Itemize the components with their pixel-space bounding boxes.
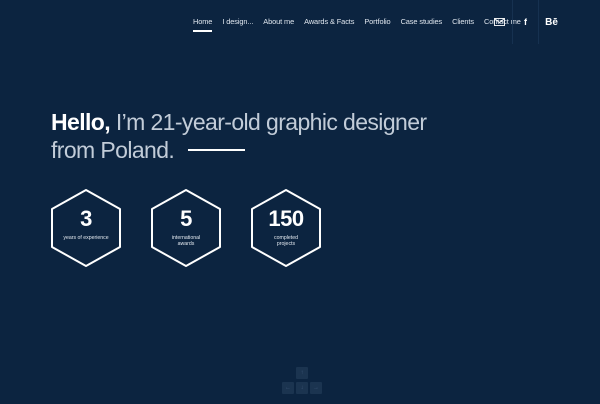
stat-label: years of experience <box>63 235 109 241</box>
stat-number: 150 <box>268 206 304 231</box>
stat-awards: 5 international awards <box>150 188 222 268</box>
hero-line1: I’m 21-year-old graphic designer <box>110 109 427 135</box>
keyboard-arrows-hint: ↑ ← ↓ → <box>281 367 323 399</box>
hero-line2: from Poland. <box>51 137 175 163</box>
facebook-icon: f <box>524 17 527 27</box>
arrow-left-key[interactable]: ← <box>282 382 294 394</box>
arrow-right-key[interactable]: → <box>310 382 322 394</box>
behance-link[interactable]: Bē <box>538 0 564 44</box>
hero-divider <box>188 148 246 151</box>
hero-hello: Hello, <box>51 109 111 135</box>
social-links: f Bē <box>487 0 564 44</box>
hero-headline: Hello, I’m 21-year-old graphic designer … <box>51 108 471 164</box>
nav-case-studies[interactable]: Case studies <box>401 17 443 26</box>
nav-portfolio[interactable]: Portfolio <box>364 17 390 26</box>
arrow-up-key[interactable]: ↑ <box>296 367 308 379</box>
nav-awards-facts[interactable]: Awards & Facts <box>304 17 354 26</box>
arrow-down-key[interactable]: ↓ <box>296 382 308 394</box>
behance-icon: Bē <box>545 16 558 28</box>
nav-clients[interactable]: Clients <box>452 17 474 26</box>
stat-label: completed projects <box>274 235 298 247</box>
envelope-icon <box>494 18 505 26</box>
stat-label: international awards <box>171 235 201 247</box>
stat-years: 3 years of experience <box>50 188 122 268</box>
facebook-link[interactable]: f <box>512 0 538 44</box>
stat-number: 5 <box>180 206 192 231</box>
stat-number: 3 <box>80 206 92 231</box>
nav-about-me[interactable]: About me <box>263 17 294 26</box>
nav-home[interactable]: Home <box>193 17 213 32</box>
mail-link[interactable] <box>487 0 512 44</box>
stat-projects: 150 completed projects <box>250 188 322 268</box>
nav-i-design[interactable]: I design... <box>222 17 253 26</box>
main-nav: Home I design... About me Awards & Facts… <box>193 17 531 32</box>
